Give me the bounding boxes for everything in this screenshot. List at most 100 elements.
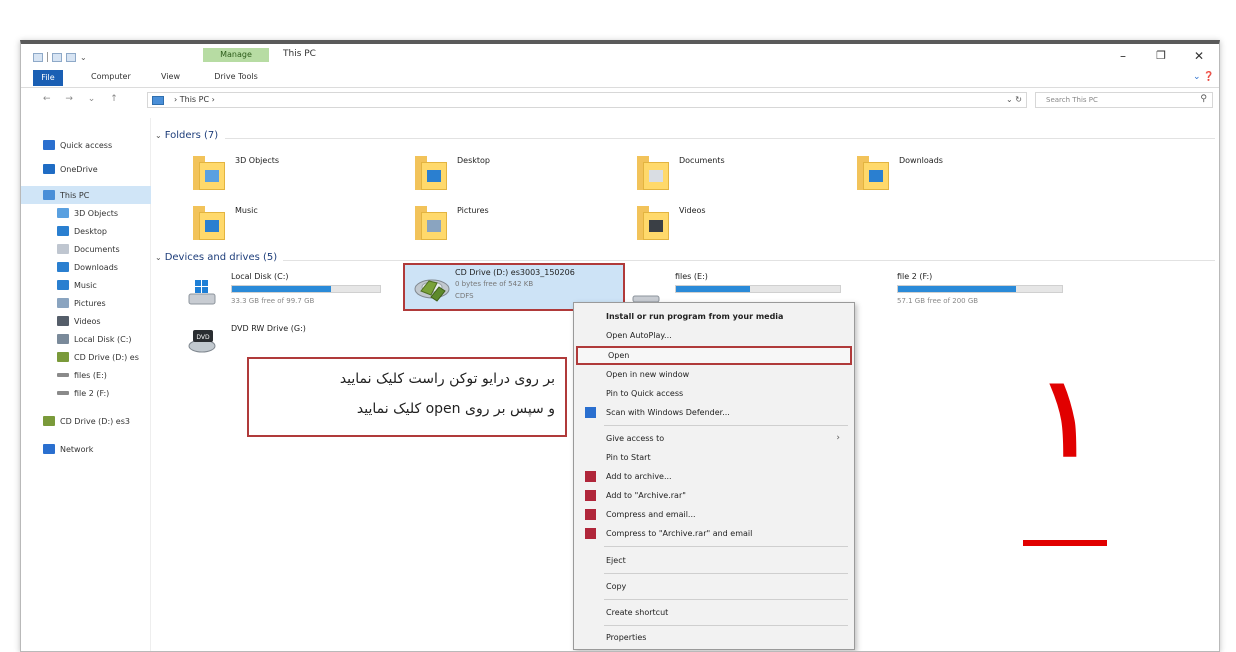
winrar-icon <box>585 509 596 520</box>
drive-free-space: 0 bytes free of 542 KB <box>455 280 534 288</box>
manage-tab[interactable]: Manage <box>203 48 269 62</box>
minimize-button[interactable]: – <box>1111 48 1135 64</box>
search-icon[interactable]: ⚲ <box>1200 94 1207 104</box>
menu-item-label: Open <box>608 351 630 360</box>
menu-item-label: Compress to "Archive.rar" and email <box>606 529 753 538</box>
sidebar-item-3d-objects[interactable]: 3D Objects <box>21 204 151 222</box>
sidebar-item-label: files (E:) <box>74 370 107 380</box>
folder-label: Music <box>235 206 258 215</box>
winrar-icon <box>585 528 596 539</box>
sidebar-item-this-pc[interactable]: This PC <box>21 186 151 204</box>
menu-item-label: Add to "Archive.rar" <box>606 491 686 500</box>
drive-free-space: 57.1 GB free of 200 GB <box>897 297 979 305</box>
menu-item-open-new-window[interactable]: Open in new window <box>576 365 852 384</box>
sidebar-item-label: CD Drive (D:) es <box>74 352 139 362</box>
sidebar-item-onedrive[interactable]: OneDrive <box>21 160 151 178</box>
menu-item-pin-quick-access[interactable]: Pin to Quick access <box>576 384 852 403</box>
menu-item-copy[interactable]: Copy <box>576 577 852 596</box>
close-button[interactable]: ✕ <box>1187 48 1211 64</box>
sidebar-item-label: This PC <box>60 190 90 200</box>
drive-usage-bar <box>231 285 381 293</box>
menu-item-open-autoplay[interactable]: Open AutoPlay... <box>576 326 852 345</box>
customize-toolbar-icon[interactable]: ⌄ <box>80 53 87 62</box>
sidebar-item-network[interactable]: Network <box>21 440 151 458</box>
properties-icon[interactable] <box>33 52 43 62</box>
menu-item-create-shortcut[interactable]: Create shortcut <box>576 603 852 622</box>
help-button[interactable]: ⌄ ❓ <box>1193 72 1215 82</box>
folder-icon <box>193 156 225 190</box>
menu-item-compress-email[interactable]: Compress and email... <box>576 505 852 524</box>
sidebar-item-quick-access[interactable]: Quick access <box>21 136 151 154</box>
new-folder-icon[interactable] <box>52 52 62 62</box>
drive-file-2-f[interactable]: file 2 (F:) 57.1 GB free of 200 GB <box>853 272 1073 316</box>
sidebar-item-downloads[interactable]: Downloads <box>21 258 151 276</box>
menu-item-label: Copy <box>606 582 627 591</box>
sidebar-item-desktop[interactable]: Desktop <box>21 222 151 240</box>
sidebar-item-cd-drive[interactable]: CD Drive (D:) es <box>21 348 151 366</box>
folder-desktop[interactable]: Desktop <box>415 152 615 196</box>
network-icon <box>43 444 55 454</box>
tab-computer[interactable]: Computer <box>91 72 131 81</box>
sidebar-item-local-disk[interactable]: Local Disk (C:) <box>21 330 151 348</box>
sidebar-item-cd-drive-root[interactable]: CD Drive (D:) es3 <box>21 412 151 430</box>
sidebar-item-label: Videos <box>74 316 101 326</box>
address-row: ← → ⌄ ↑ › This PC › ⌄ ↻ Search This PC ⚲ <box>21 90 1219 110</box>
step-underline <box>1023 540 1107 546</box>
tab-file[interactable]: File <box>33 70 63 86</box>
sidebar-item-music[interactable]: Music <box>21 276 151 294</box>
menu-item-label: Install or run program from your media <box>606 312 784 321</box>
menu-item-eject[interactable]: Eject <box>576 551 852 570</box>
chevron-down-icon: ⌄ <box>155 131 162 140</box>
tab-drive-tools[interactable]: Drive Tools <box>203 72 269 81</box>
menu-item-label: Eject <box>606 556 626 565</box>
sidebar-item-videos[interactable]: Videos <box>21 312 151 330</box>
sidebar-item-pictures[interactable]: Pictures <box>21 294 151 312</box>
menu-item-open[interactable]: Open <box>576 346 852 365</box>
menu-item-install-run[interactable]: Install or run program from your media <box>576 307 852 326</box>
folder-videos[interactable]: Videos <box>637 202 837 246</box>
folders-group-header[interactable]: ⌄ Folders (7) <box>155 130 218 141</box>
navigation-arrows[interactable]: ← → ⌄ ↑ <box>43 94 124 104</box>
dvd-drive-icon: DVD <box>188 330 216 353</box>
folder-label: Downloads <box>899 156 943 165</box>
hard-drive-icon <box>57 334 69 344</box>
address-path[interactable]: › This PC › <box>174 95 215 104</box>
sidebar-item-label: 3D Objects <box>74 208 119 218</box>
folder-pictures[interactable]: Pictures <box>415 202 615 246</box>
menu-item-pin-start[interactable]: Pin to Start <box>576 448 852 467</box>
menu-item-give-access[interactable]: Give access to › <box>576 429 852 448</box>
quick-access-toolbar: ⌄ <box>33 52 87 62</box>
sidebar-item-files-e[interactable]: files (E:) <box>21 366 151 384</box>
dvd-badge: DVD <box>196 334 210 341</box>
folder-music[interactable]: Music <box>193 202 393 246</box>
search-placeholder: Search This PC <box>1046 96 1098 104</box>
address-bar[interactable]: › This PC › ⌄ ↻ <box>147 92 1027 108</box>
winrar-icon <box>585 471 596 482</box>
tab-view[interactable]: View <box>161 72 180 81</box>
sidebar-item-file-2-f[interactable]: file 2 (F:) <box>21 384 151 402</box>
menu-item-add-archive-rar[interactable]: Add to "Archive.rar" <box>576 486 852 505</box>
refresh-button[interactable]: ⌄ ↻ <box>1006 95 1022 104</box>
menu-divider <box>604 546 848 547</box>
chevron-right-icon: › <box>836 433 840 443</box>
undo-icon[interactable] <box>66 52 76 62</box>
folder-3d-objects[interactable]: 3D Objects <box>193 152 393 196</box>
search-input[interactable]: Search This PC ⚲ <box>1035 92 1213 108</box>
instruction-line-1: بر روی درایو توکن راست کلیک نمایید <box>339 371 555 387</box>
drives-group-header[interactable]: ⌄ Devices and drives (5) <box>155 252 277 263</box>
menu-item-compress-rar-email[interactable]: Compress to "Archive.rar" and email <box>576 524 852 543</box>
menu-item-label: Compress and email... <box>606 510 696 519</box>
instruction-note: بر روی درایو توکن راست کلیک نمایید و سپس… <box>247 357 567 437</box>
drive-local-disk-c[interactable]: Local Disk (C:) 33.3 GB free of 99.7 GB <box>187 272 387 316</box>
menu-item-properties[interactable]: Properties <box>576 628 852 647</box>
maximize-button[interactable]: ❐ <box>1149 48 1173 64</box>
folder-label: Videos <box>679 206 706 215</box>
folder-documents[interactable]: Documents <box>637 152 837 196</box>
star-icon <box>43 140 55 150</box>
folder-icon <box>857 156 889 190</box>
sidebar-item-documents[interactable]: Documents <box>21 240 151 258</box>
menu-item-add-archive[interactable]: Add to archive... <box>576 467 852 486</box>
drive-usage-fill <box>898 286 1017 292</box>
folder-downloads[interactable]: Downloads <box>857 152 1057 196</box>
menu-item-scan-defender[interactable]: Scan with Windows Defender... <box>576 403 852 422</box>
